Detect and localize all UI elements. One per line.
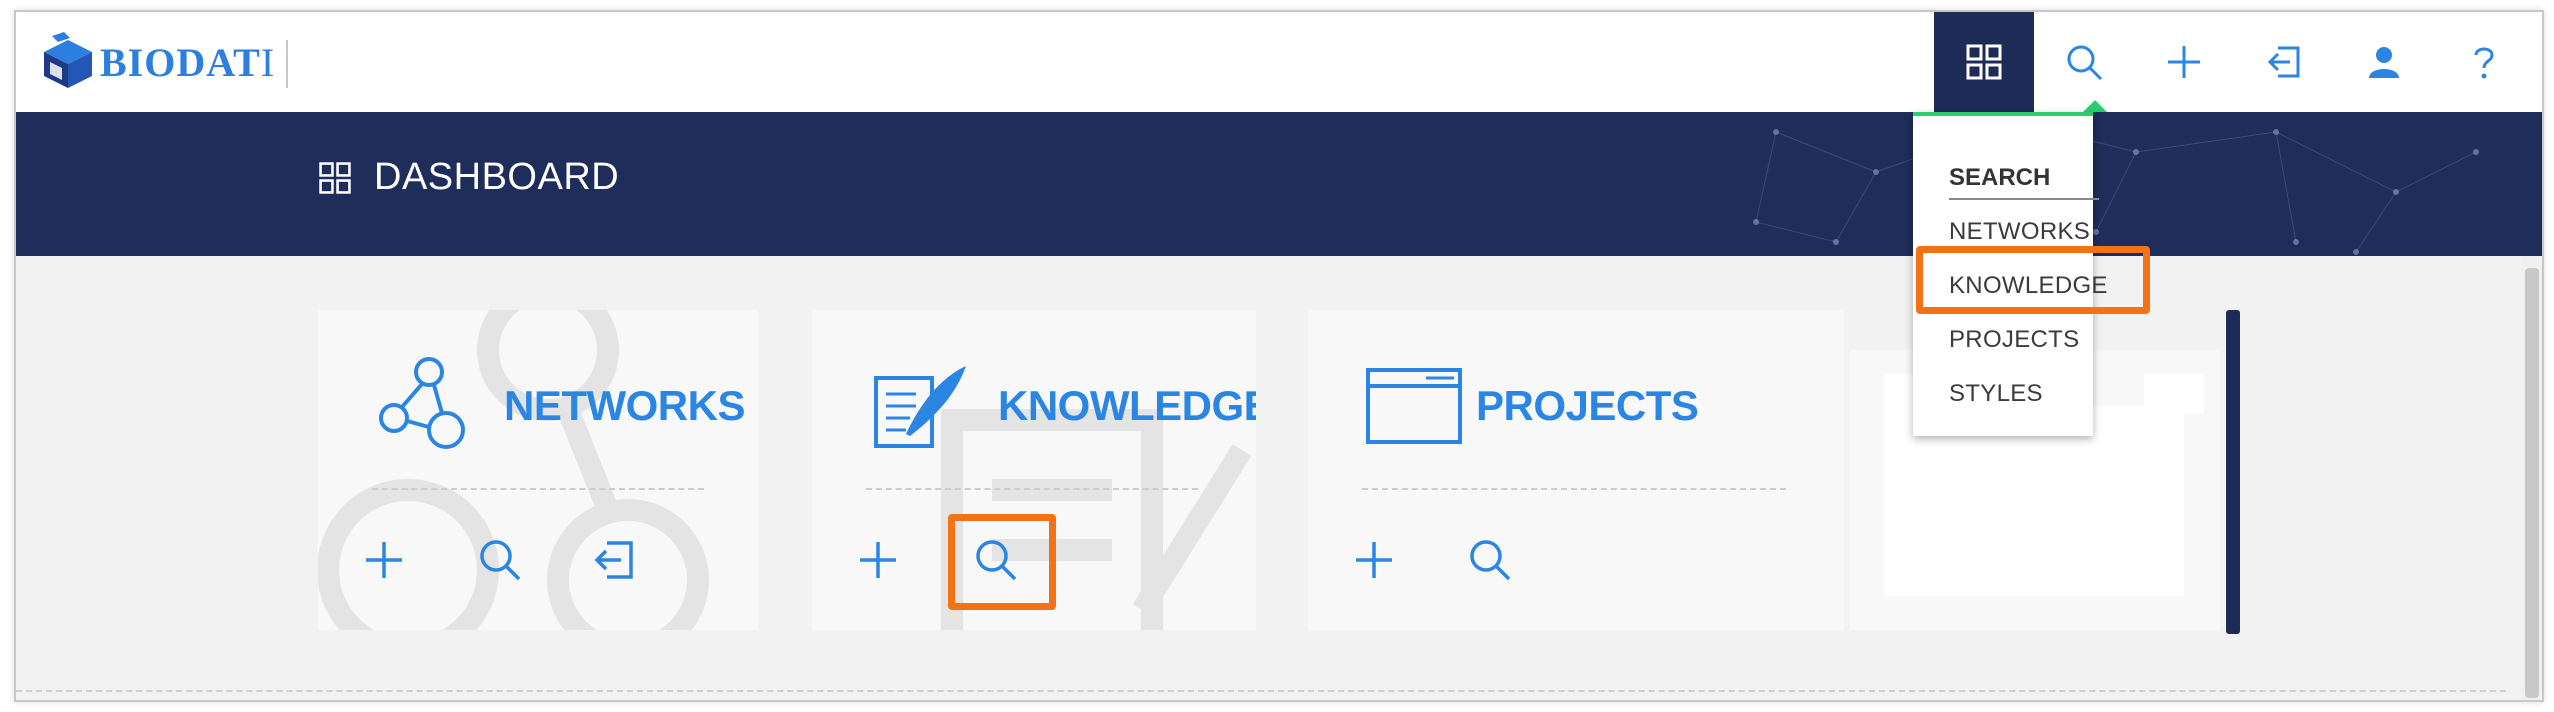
nav-dashboard-button[interactable] [1934,12,2034,112]
grid-icon [1966,44,2002,80]
networks-search-button[interactable] [468,528,532,592]
networks-card: NETWORKS [318,310,758,630]
card-divider [372,488,704,490]
knowledge-add-button[interactable] [846,528,910,592]
network-icon [379,357,465,449]
nav-create-button[interactable] [2134,12,2234,112]
search-menu-item-networks[interactable]: NETWORKS [1949,218,2090,246]
search-menu-item-projects[interactable]: PROJECTS [1949,326,2079,354]
logo-divider [286,40,288,88]
networks-card-title[interactable]: NETWORKS [504,382,746,430]
nav-user-button[interactable] [2334,12,2434,112]
card-divider [1362,488,1786,490]
top-bar: BIODATI [16,12,2542,112]
plus-icon [860,542,896,578]
user-icon [2369,47,2399,78]
nav-import-button[interactable] [2234,12,2334,112]
window-icon [1366,368,1462,444]
help-icon [2474,47,2494,79]
search-menu-item-styles[interactable]: STYLES [1949,380,2043,408]
projects-card-title[interactable]: PROJECTS [1476,382,1699,430]
dashboard-header: DASHBOARD [16,112,2542,256]
knowledge-search-highlight [948,514,1056,610]
nav-search-button[interactable] [2034,12,2134,112]
search-icon [480,540,521,581]
nav-help-button[interactable] [2434,12,2534,112]
page-scrollbar[interactable] [2522,256,2542,700]
search-icon [1470,540,1511,581]
search-menu-heading: SEARCH [1949,164,2099,200]
plus-icon [366,542,402,578]
bottom-divider [16,690,2506,692]
projects-card: PROJECTS [1308,310,1844,630]
page-title: DASHBOARD [318,156,619,199]
plus-icon [2168,46,2200,78]
import-icon [594,541,633,579]
card-divider [866,488,1198,490]
dropdown-caret [2083,100,2107,112]
projects-add-button[interactable] [1342,528,1406,592]
cards-scroll-indicator[interactable] [2226,310,2240,634]
knowledge-icon [874,366,966,448]
knowledge-card-title[interactable]: KNOWLEDGE [998,382,1256,430]
plus-icon [1356,542,1392,578]
networks-add-button[interactable] [352,528,416,592]
import-icon [2267,46,2300,78]
network-background-graphic [1753,119,2479,255]
biodati-logo[interactable]: BIODATI [40,30,275,94]
search-icon [2067,45,2103,81]
grid-icon [319,161,351,194]
networks-import-button[interactable] [582,528,646,592]
app-window: BIODATI DASHBOARD NETWORKS KNOWLEDGE PRO… [14,10,2544,702]
knowledge-menu-highlight [1916,246,2150,314]
page-scrollbar-thumb[interactable] [2525,268,2539,698]
projects-search-button[interactable] [1458,528,1522,592]
biodati-cube-icon [44,32,92,88]
logo-text: BIODATI [100,39,276,85]
page-title-text: DASHBOARD [374,156,620,198]
